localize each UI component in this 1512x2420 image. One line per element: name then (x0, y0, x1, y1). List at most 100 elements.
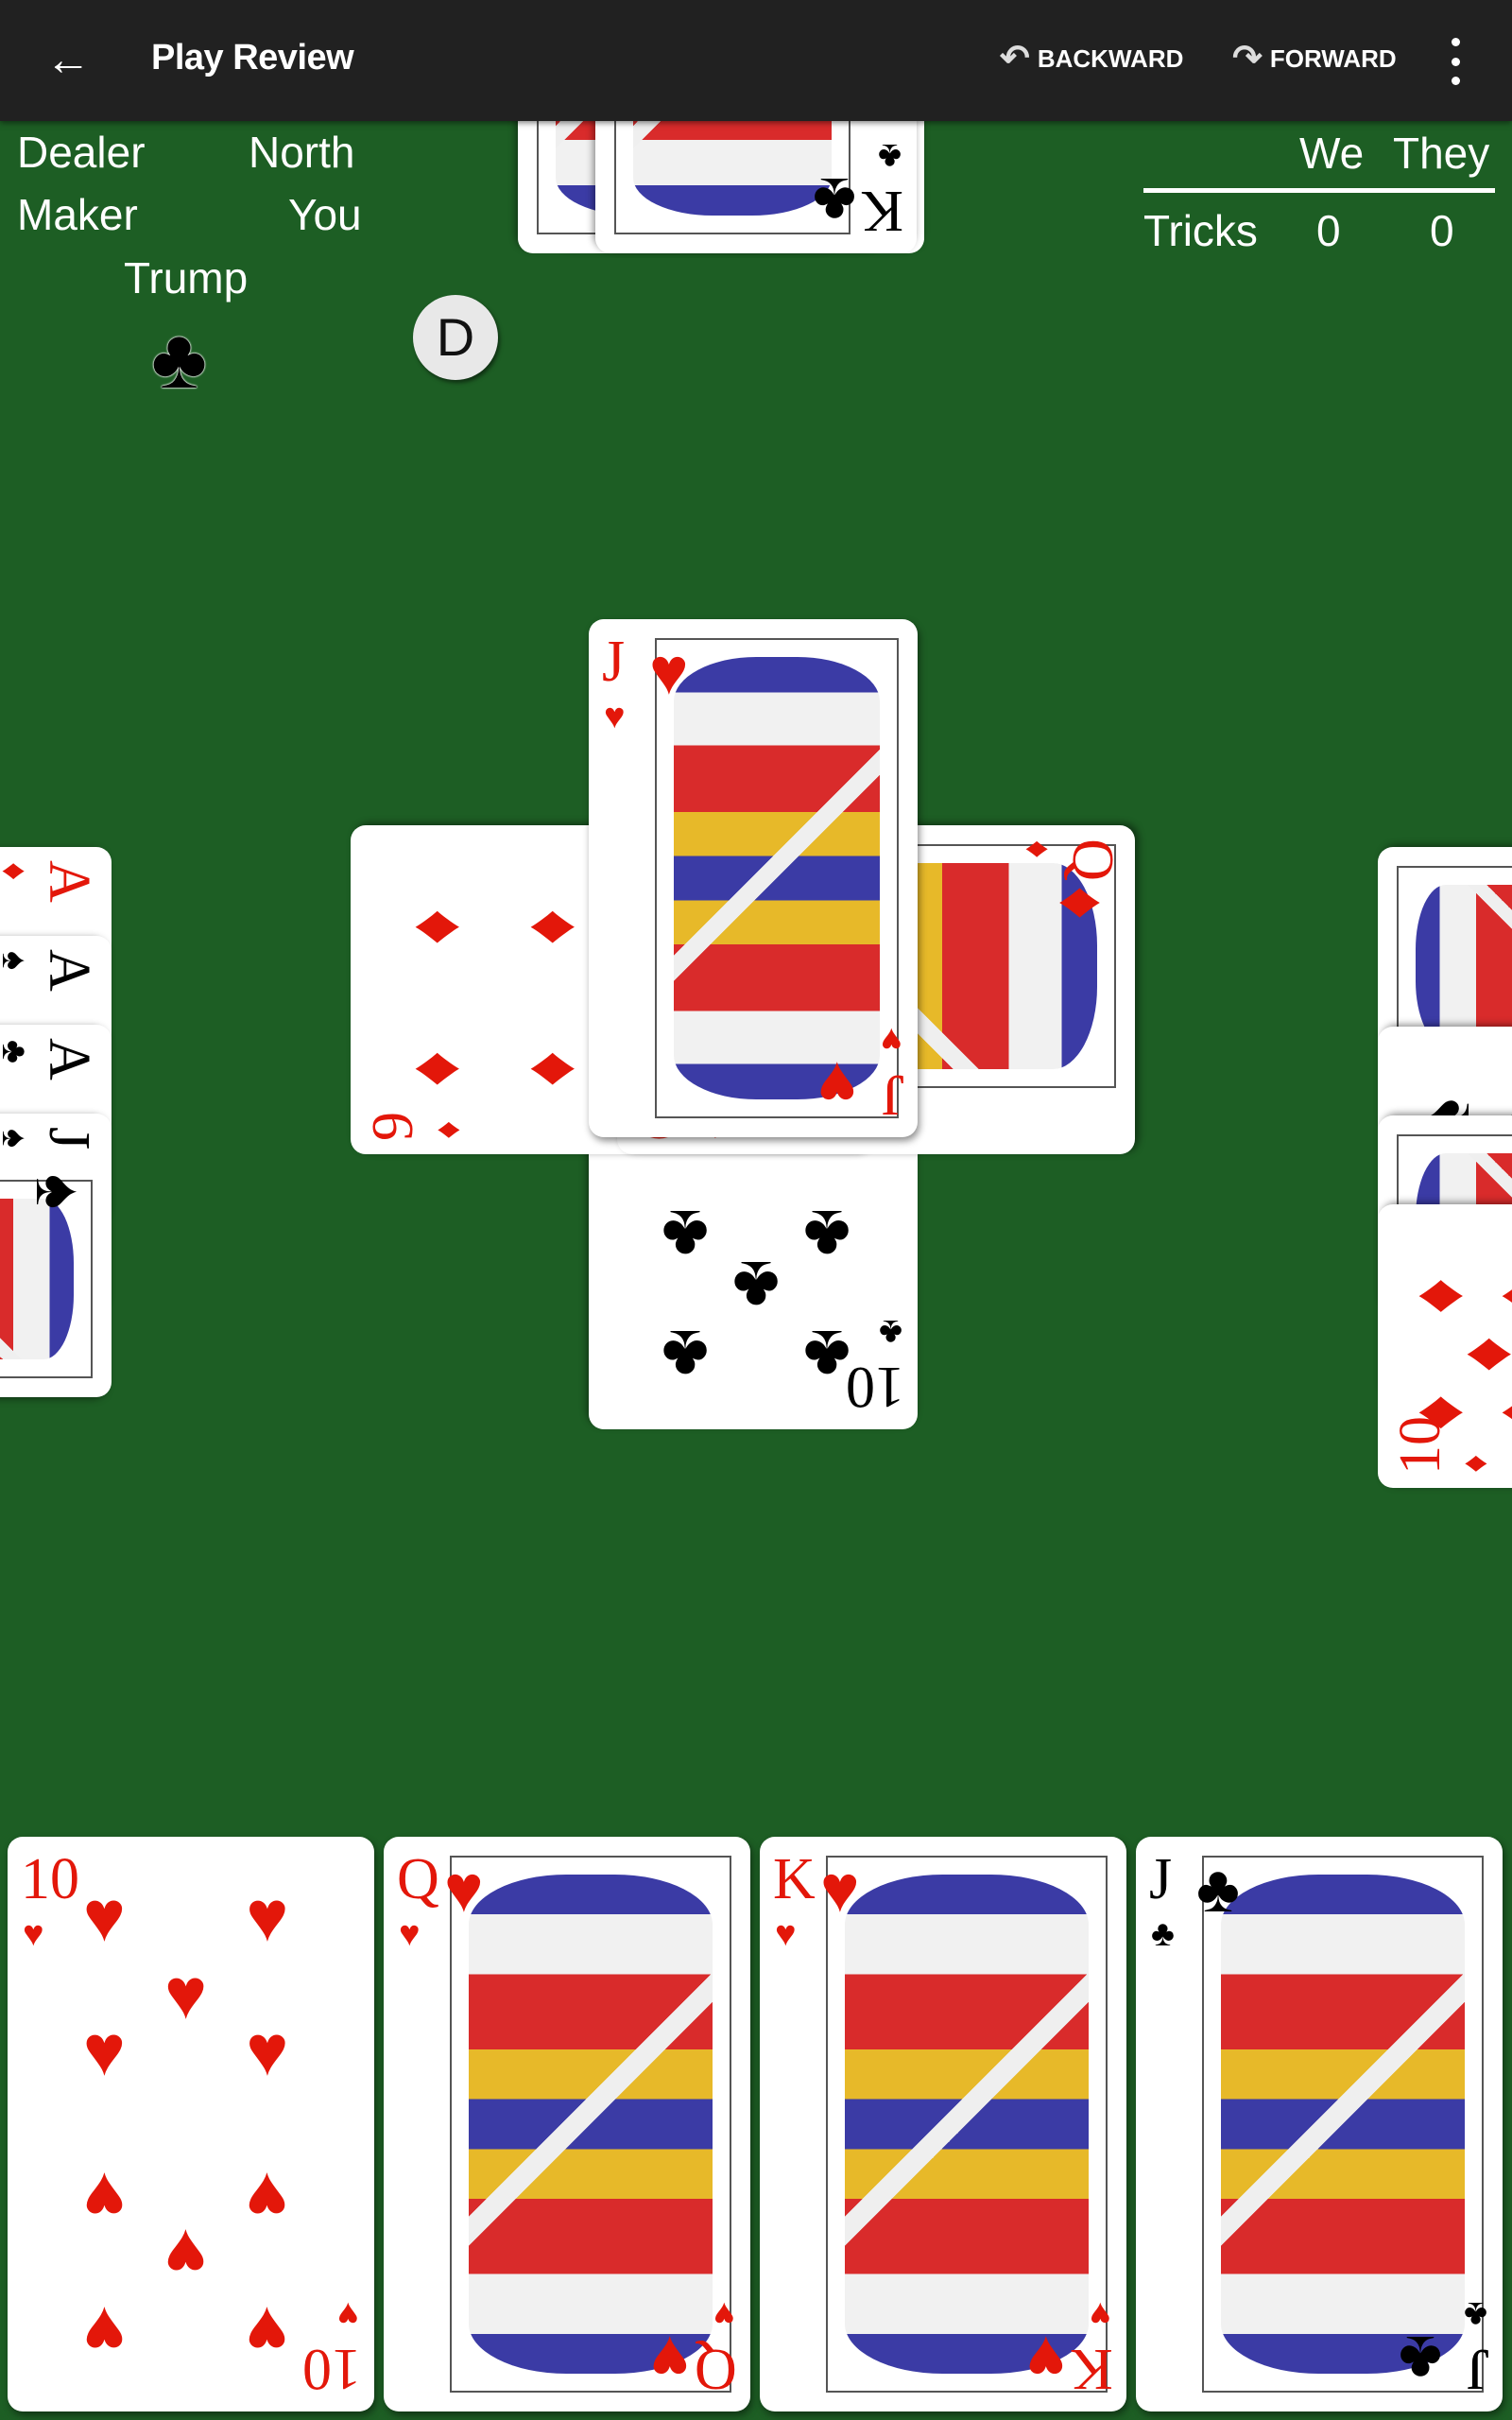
heart-pip-icon: ♥ (246, 2291, 289, 2373)
heart-icon: ♥ (444, 1852, 484, 1926)
club-pip-icon: ♣ (662, 1315, 709, 1396)
card-rank-index: Q (397, 1847, 439, 1911)
card-rank-index: K (861, 179, 903, 243)
diamond-pip-icon: ♦ (508, 908, 590, 945)
heart-icon: ♥ (817, 1048, 857, 1122)
heart-index-icon: ♥ (881, 1020, 902, 1060)
card-rank-index: K (773, 1847, 816, 1911)
heart-pip-icon: ♥ (82, 2156, 126, 2238)
dealer-label: Dealer (17, 128, 146, 177)
trick-north-card: ♥ ♥ J ♥ J ♥ (589, 619, 918, 1137)
card-rank-index: A (37, 860, 101, 903)
page-title: Play Review (151, 38, 354, 78)
undo-icon: ↶ (1000, 39, 1030, 78)
heart-icon: ♥ (820, 1852, 860, 1926)
diamond-pip-icon: ♦ (508, 1050, 590, 1088)
card-rank-index: K (1071, 2337, 1113, 2401)
card-10-of-hearts[interactable]: ♥ ♥ ♥ ♥ ♥ ♥ ♥ ♥ ♥ ♥ 10 ♥ 10 ♥ (8, 1837, 374, 2411)
diamond-icon: ♦ (1046, 886, 1120, 920)
club-pip-icon: ♣ (803, 1315, 851, 1396)
spade-index-icon: ♠ (0, 1129, 34, 1148)
heart-pip-icon: ♥ (82, 1876, 126, 1957)
card-rank-index: 10 (302, 2337, 361, 2401)
card-rank-index: 10 (1388, 1416, 1452, 1475)
club-pip-icon: ♣ (803, 1195, 851, 1276)
card-rank-index: Q (1060, 838, 1125, 881)
card-rank-index: 9 (361, 1112, 425, 1141)
card-rank-index: J (881, 1063, 904, 1127)
spade-index-icon: ♠ (0, 951, 34, 970)
tricks-we: 0 (1316, 206, 1341, 255)
more-vertical-icon-dot (1451, 77, 1460, 85)
forward-button[interactable]: ↷ FORWARD (1232, 40, 1397, 78)
heart-index-icon: ♥ (775, 1914, 797, 1954)
court-figure-art (1416, 885, 1512, 1046)
heart-index-icon: ♥ (23, 1914, 44, 1954)
heart-icon: ♥ (1026, 2323, 1066, 2396)
tricks-label: Tricks (1143, 206, 1258, 255)
heart-pip-icon: ♥ (246, 2011, 289, 2092)
card-10-of-diamonds: ♦♦♦♦♦♦♦♦♦♦10♦10♦ (1378, 1204, 1512, 1488)
more-options-button[interactable] (1436, 38, 1474, 85)
card-rank-index: J (37, 1127, 101, 1150)
card-q-of-hearts[interactable]: ♥ ♥ Q ♥ Q ♥ (384, 1837, 750, 2411)
heart-icon: ♥ (650, 2323, 690, 2396)
dealer-chip: D (413, 295, 498, 380)
more-vertical-icon-dot (1451, 57, 1460, 66)
more-vertical-icon-dot (1451, 38, 1460, 46)
heart-index-icon: ♥ (1090, 2294, 1111, 2334)
court-figure-art (845, 1875, 1089, 2374)
maker-label: Maker (17, 190, 138, 239)
tricks-they: 0 (1430, 206, 1454, 255)
forward-label: FORWARD (1269, 43, 1397, 73)
club-pip-icon: ♣ (662, 1195, 709, 1276)
court-figure-art (1221, 1875, 1465, 2374)
diamond-index-icon: ♦ (1018, 840, 1057, 859)
score-header-we: We (1299, 129, 1365, 178)
heart-index-icon: ♥ (604, 697, 626, 736)
diamond-index-icon: ♦ (428, 1120, 468, 1139)
trump-label: Trump (124, 253, 249, 302)
court-figure-art (0, 1199, 74, 1359)
dealer-value: North (249, 128, 355, 177)
club-icon: ♣ (1196, 1852, 1240, 1926)
club-icon: ♣ (1399, 2323, 1442, 2396)
card-rank-index: Q (695, 2337, 737, 2401)
club-index-icon: ♣ (1151, 1914, 1175, 1954)
club-pip-icon: ♣ (732, 1246, 780, 1326)
redo-icon: ↷ (1232, 39, 1263, 78)
spade-icon: ♠ (23, 1174, 96, 1210)
card-rank-index: A (37, 949, 101, 992)
diamond-pip-icon: ♦ (393, 908, 474, 945)
back-button[interactable]: ← (42, 34, 94, 87)
backward-label: BACKWARD (1037, 43, 1184, 73)
arrow-left-icon: ← (45, 35, 91, 85)
heart-pip-icon: ♥ (246, 2156, 289, 2238)
diamond-pip-icon: ♦ (1446, 1336, 1512, 1373)
heart-icon: ♥ (649, 634, 689, 708)
heart-pip-icon: ♥ (164, 1954, 208, 2034)
diamond-pip-icon: ♦ (393, 1050, 474, 1088)
card-rank-index: A (37, 1038, 101, 1080)
card-rank-index: J (1466, 2337, 1489, 2401)
diamond-pip-icon: ♦ (1481, 1278, 1512, 1315)
diamond-index-icon: ♦ (1455, 1454, 1495, 1473)
heart-pip-icon: ♥ (82, 2291, 126, 2373)
card-j-of-clubs[interactable]: ♣ ♣ J ♣ J ♣ (1136, 1837, 1503, 2411)
club-index-icon: ♣ (878, 136, 902, 176)
club-index-icon: ♣ (1464, 2294, 1487, 2334)
heart-index-icon: ♥ (337, 2294, 359, 2334)
card-k-of-hearts[interactable]: ♥ ♥ K ♥ K ♥ (760, 1837, 1126, 2411)
card-rank-index: 10 (21, 1847, 79, 1911)
heart-pip-icon: ♥ (164, 2214, 208, 2294)
court-figure-art (674, 657, 880, 1099)
card-rank-index: J (602, 630, 626, 694)
trump-club-icon: ♣ (151, 312, 208, 406)
club-index-icon: ♣ (0, 1040, 34, 1063)
diamond-pip-icon: ♦ (1481, 1394, 1512, 1431)
diamond-index-icon: ♦ (0, 862, 34, 880)
card-rank-index: J (1149, 1847, 1173, 1911)
score-divider (1143, 188, 1495, 193)
backward-button[interactable]: ↶ BACKWARD (1000, 40, 1183, 78)
diamond-pip-icon: ♦ (1398, 1277, 1478, 1315)
